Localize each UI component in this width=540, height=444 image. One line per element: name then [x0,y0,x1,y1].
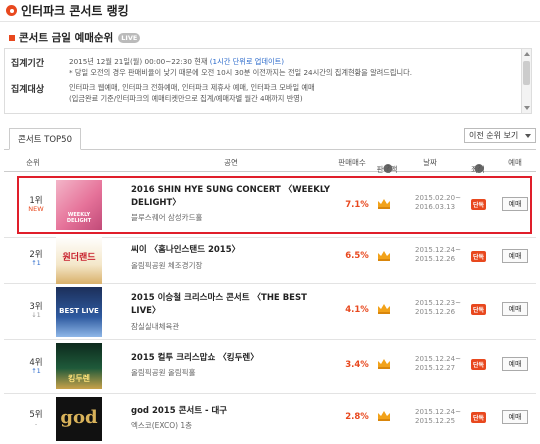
table-row: 4위 ↑1 킹두렌 2015 컬투 크리스맙쇼 〈킹두렌〉 올림픽공원 올림픽홀… [4,340,536,394]
period-label: 집계기간 [11,59,45,69]
poster-text: 킹두렌 [67,374,91,383]
page-header: 인터파크 콘서트 랭킹 [0,0,540,22]
update-note: (1시간 단위로 업데이트) [209,57,285,66]
crown-icon [378,251,390,261]
seat-badge: 단독 [471,251,487,262]
date-start: 2015.12.24~ [415,355,461,363]
section-title-text: 콘서트 금일 예매순위 [19,32,114,44]
col-share: 판매매수 [338,158,366,167]
concert-title[interactable]: 2015 이승철 크리스마스 콘서트 〈THE BEST LIVE〉 [131,292,331,318]
date-range: 2015.12.23~ 2015.12.26 [415,299,461,317]
period-line2: * 당일 오전의 경우 판매비율이 낮기 때문에 오전 10시 30분 이전까지… [69,68,413,77]
rank-change: - [34,420,38,428]
poster-text: 원더랜드 [62,253,96,263]
seat-badge: 단독 [471,359,487,370]
concert-title[interactable]: 2016 SHIN HYE SUNG CONCERT 〈WEEKLY DELIG… [131,184,331,210]
rank-number: 5위 [29,410,43,420]
info-box: 집계기간 2015년 12월 21일(월) 00:00~22:30 현재 (1시… [4,48,532,114]
seat-badge: 단독 [471,304,487,315]
crown-icon [378,304,390,314]
previous-rank-select[interactable]: 이전 순위 보기 [464,128,536,143]
period-text: 2015년 12월 21일(월) 00:00~22:30 현재 (1시간 단위로… [69,56,412,78]
target-text: 인터파크 웹예매, 인터파크 전화예매, 인터파크 제휴사 예매, 인터파크 모… [69,82,315,104]
target-line2: (입금완료 기준/인터파크의 예매티켓만으로 집계/예매자별 월간 4매까지 반… [69,94,303,103]
seat-badge: 단독 [471,412,487,423]
period-row: 집계기간 2015년 12월 21일(월) 00:00~22:30 현재 (1시… [11,56,412,78]
sales-share: 4.1% [345,305,369,315]
date-start: 2015.12.24~ [415,246,461,254]
venue: 올림픽공원 올림픽홀 [131,368,196,377]
concert-poster[interactable]: WEEKLY DELIGHT [56,180,102,230]
table-header: 순위 공연 판매매수 판매액? 날짜 좌석? 예매 [4,150,536,174]
venue: 올림픽공원 체조경기장 [131,261,203,270]
col-book: 예매 [508,158,522,167]
concert-poster[interactable]: 킹두렌 [56,343,102,389]
chevron-down-icon [525,134,531,138]
date-range: 2015.12.24~ 2015.12.27 [415,355,461,373]
date-start: 2015.12.24~ [415,408,461,416]
venue: 엑스코(EXCO) 1층 [131,421,193,430]
table-row: 3위 ↓1 BEST LIVE 2015 이승철 크리스마스 콘서트 〈THE … [4,284,536,340]
target-label: 집계대상 [11,85,45,95]
date-range: 2015.02.20~ 2016.03.13 [415,194,461,212]
table-row: 2위 ↑1 원더랜드 씨이 〈홈나인스탠드 2015〉 올림픽공원 체조경기장 … [4,236,536,284]
target-row: 집계대상 인터파크 웹예매, 인터파크 전화예매, 인터파크 제휴사 예매, 인… [11,82,315,104]
date-start: 2015.12.23~ [415,299,461,307]
concert-poster[interactable]: 원더랜드 [56,236,102,284]
book-button[interactable]: 예매 [502,197,528,211]
page-title: 인터파크 콘서트 랭킹 [21,4,129,18]
date-end: 2015.12.27 [415,364,456,372]
info-scrollbar[interactable] [521,49,531,113]
date-start: 2015.02.20~ [415,194,461,202]
concert-title[interactable]: god 2015 콘서트 - 대구 [131,405,331,418]
rank-change: ↑1 [31,367,41,375]
scroll-down-icon[interactable] [524,106,530,110]
book-button[interactable]: 예매 [502,302,528,316]
concert-poster[interactable]: god [56,397,102,441]
rank-change: ↓1 [31,311,41,319]
previous-rank-select-label: 이전 순위 보기 [469,131,519,140]
venue: 블루스퀘어 삼성카드홀 [131,213,203,222]
target-line1: 인터파크 웹예매, 인터파크 전화예매, 인터파크 제휴사 예매, 인터파크 모… [69,83,315,92]
venue: 잠실실내체육관 [131,322,180,331]
bullet-icon [6,5,17,16]
live-badge: LIVE [118,32,141,43]
date-range: 2015.12.24~ 2015.12.26 [415,246,461,264]
square-bullet-icon [9,34,15,41]
concert-poster[interactable]: BEST LIVE [56,287,102,337]
period-line1: 2015년 12월 21일(월) 00:00~22:30 현재 [69,57,210,66]
scroll-up-icon[interactable] [524,52,530,56]
crown-icon [378,199,390,209]
col-date: 날짜 [423,158,437,167]
sales-share: 3.4% [345,360,369,370]
poster-text: god [60,407,98,428]
concert-title[interactable]: 씨이 〈홈나인스탠드 2015〉 [131,244,331,257]
sales-share: 7.1% [345,200,369,210]
col-rank: 순위 [26,158,40,167]
crown-icon [378,411,390,421]
book-button[interactable]: 예매 [502,357,528,371]
rank-change: NEW [28,205,44,213]
date-end: 2015.12.26 [415,255,456,263]
seat-badge: 단독 [471,199,487,210]
date-end: 2016.03.13 [415,203,456,211]
book-button[interactable]: 예매 [502,410,528,424]
table-row: 5위 - god god 2015 콘서트 - 대구 엑스코(EXCO) 1층 … [4,394,536,444]
rank-change: ↑1 [31,259,41,267]
table-row: 1위 NEW WEEKLY DELIGHT 2016 SHIN HYE SUNG… [4,172,536,238]
section-title: 콘서트 금일 예매순위 LIVE [9,30,141,45]
date-end: 2015.12.26 [415,308,456,316]
concert-title[interactable]: 2015 컬투 크리스맙쇼 〈킹두렌〉 [131,352,331,365]
date-end: 2015.12.25 [415,417,456,425]
tab-concert-top50[interactable]: 콘서트 TOP50 [9,128,81,150]
sales-share: 6.5% [345,251,369,261]
crown-icon [378,359,390,369]
scroll-thumb[interactable] [523,61,530,85]
sales-share: 2.8% [345,412,369,422]
col-show: 공연 [224,158,238,167]
poster-text: WEEKLY DELIGHT [66,212,92,224]
poster-text: BEST LIVE [59,307,99,315]
book-button[interactable]: 예매 [502,249,528,263]
date-range: 2015.12.24~ 2015.12.25 [415,408,461,426]
